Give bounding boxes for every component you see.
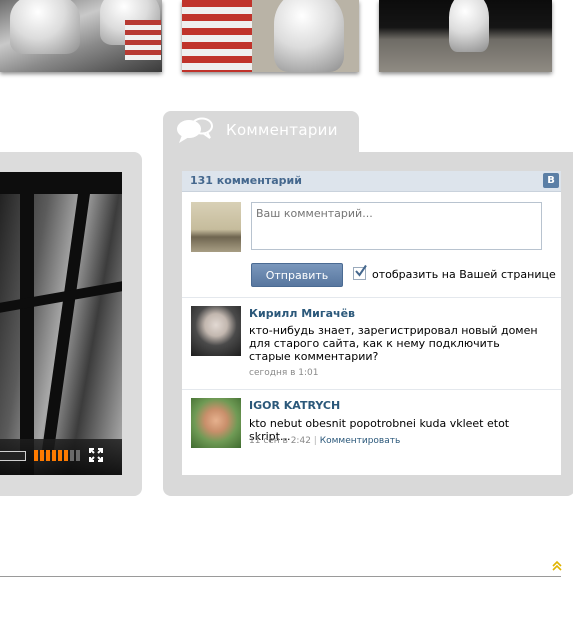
comment-time: сегодня в 1:01 [249, 368, 319, 378]
volume-bar[interactable] [46, 450, 50, 461]
vk-comments-widget: 131 комментарий B Отправить отобразить н… [182, 171, 561, 475]
volume-bar[interactable] [70, 450, 74, 461]
gallery-thumb-1[interactable] [0, 0, 162, 72]
gallery-thumb-3[interactable] [379, 0, 552, 72]
footer-divider [0, 576, 561, 577]
comment-input[interactable] [251, 202, 542, 250]
checkmark-icon [355, 264, 367, 277]
astronaut-figure [10, 0, 80, 54]
divider [182, 297, 561, 298]
comment-count: 131 комментарий [190, 174, 302, 187]
current-user-avatar [191, 202, 241, 252]
volume-control[interactable] [34, 450, 80, 461]
wall-post-label: отобразить на Вашей странице [372, 268, 556, 281]
comment-text: кто-нибудь знает, зарегистрировал новый … [249, 324, 538, 363]
video-frame-shape [0, 172, 122, 194]
vk-logo-icon[interactable]: B [543, 173, 559, 188]
meta-separator: | [313, 436, 317, 446]
comment-time: 11 сен в 2:42 [249, 436, 311, 446]
video-player[interactable] [0, 172, 122, 475]
scroll-up-icon[interactable] [552, 560, 562, 572]
widget-header: 131 комментарий B [182, 171, 561, 192]
video-frame-shape [41, 192, 91, 452]
flag-image [125, 20, 161, 60]
submit-button[interactable]: Отправить [251, 263, 343, 287]
volume-bar[interactable] [58, 450, 62, 461]
comment-meta: 11 сен в 2:42 | Комментировать [249, 436, 400, 446]
astronaut-figure [274, 0, 344, 72]
flag-image [182, 0, 252, 72]
comment-author[interactable]: IGOR KATRYCH [249, 399, 340, 412]
video-controls [0, 439, 122, 475]
speech-bubbles-icon [177, 117, 213, 143]
volume-bar[interactable] [52, 450, 56, 461]
volume-bar[interactable] [76, 450, 80, 461]
astronaut-figure [449, 0, 489, 52]
comment-author[interactable]: Кирилл Мигачёв [249, 307, 355, 320]
volume-bar[interactable] [40, 450, 44, 461]
comment-avatar[interactable] [191, 306, 241, 356]
comment-avatar[interactable] [191, 398, 241, 448]
fullscreen-icon[interactable] [89, 448, 103, 462]
volume-bar[interactable] [64, 450, 68, 461]
comments-tab-title: Комментарии [226, 121, 338, 139]
volume-bar[interactable] [34, 450, 38, 461]
video-frame-shape [20, 172, 34, 475]
reply-link[interactable]: Комментировать [320, 436, 401, 446]
gallery-thumb-2[interactable] [182, 0, 359, 72]
seek-bar[interactable] [0, 451, 26, 461]
divider [182, 389, 561, 390]
